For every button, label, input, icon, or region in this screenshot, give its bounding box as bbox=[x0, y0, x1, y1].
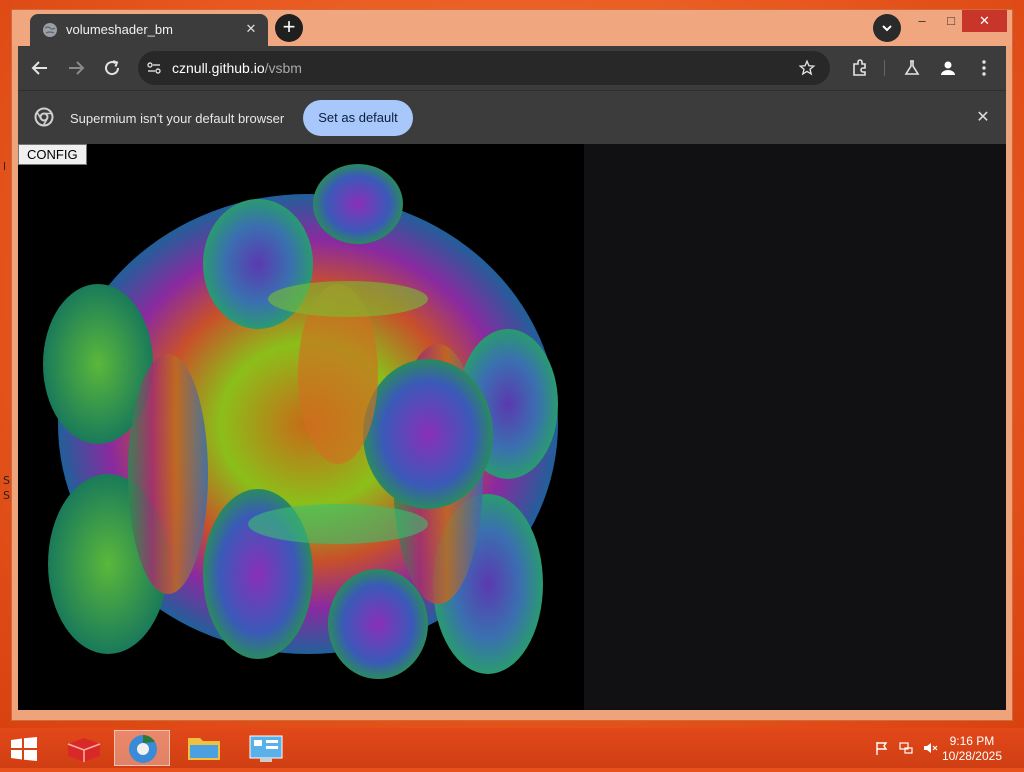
tab-title: volumeshader_bm bbox=[66, 22, 173, 37]
taskbar-browser[interactable] bbox=[114, 730, 170, 766]
tab-search-button[interactable] bbox=[873, 14, 901, 42]
desktop-edge-text: S bbox=[3, 474, 10, 487]
site-settings-icon[interactable] bbox=[146, 60, 162, 76]
plus-icon: + bbox=[282, 14, 296, 39]
page-viewport: CONFIG bbox=[18, 144, 1006, 710]
browser-tab[interactable]: volumeshader_bm ✕ bbox=[30, 14, 268, 46]
default-browser-infobar: Supermium isn't your default browser Set… bbox=[18, 90, 1006, 145]
desktop-edge-text: S bbox=[3, 489, 10, 502]
url-text: cznull.github.io/vsbm bbox=[172, 60, 302, 76]
windows-start-icon[interactable] bbox=[10, 737, 38, 761]
browser-window: volumeshader_bm ✕ + – □ ✕ cznull.github.… bbox=[12, 10, 1012, 720]
reload-icon[interactable] bbox=[100, 56, 124, 80]
forward-arrow-icon[interactable] bbox=[64, 56, 88, 80]
taskbar-control-panel[interactable] bbox=[238, 730, 294, 766]
url-host: cznull.github.io bbox=[172, 60, 265, 76]
desktop-edge-text: l bbox=[3, 160, 7, 173]
system-clock[interactable]: 9:16 PM 10/28/2025 bbox=[942, 734, 1002, 764]
flask-icon[interactable] bbox=[902, 58, 922, 78]
infobar-message: Supermium isn't your default browser bbox=[70, 111, 285, 126]
browser-toolbar: cznull.github.io/vsbm bbox=[18, 46, 1006, 90]
control-panel-icon bbox=[249, 735, 283, 762]
clock-time: 9:16 PM bbox=[949, 734, 995, 748]
toolbar-divider bbox=[884, 60, 885, 76]
title-bar: volumeshader_bm ✕ + – □ ✕ bbox=[12, 10, 1012, 46]
network-icon[interactable] bbox=[898, 740, 914, 756]
globe-icon bbox=[43, 23, 57, 37]
menu-dots-icon[interactable] bbox=[974, 58, 994, 78]
folder-icon bbox=[188, 738, 220, 760]
shader-canvas[interactable]: CONFIG bbox=[18, 144, 584, 710]
close-icon[interactable]: ✕ bbox=[973, 108, 993, 128]
app-toolbox-icon bbox=[67, 738, 101, 762]
url-path: /vsbm bbox=[264, 60, 302, 76]
address-bar[interactable]: cznull.github.io/vsbm bbox=[138, 51, 830, 85]
config-button[interactable]: CONFIG bbox=[18, 144, 87, 165]
speaker-muted-icon[interactable] bbox=[922, 740, 938, 756]
taskbar: 9:16 PM 10/28/2025 bbox=[0, 728, 1024, 768]
fractal-render bbox=[43, 164, 558, 679]
taskbar-app-1[interactable] bbox=[56, 730, 112, 766]
clock-date: 10/28/2025 bbox=[941, 749, 1002, 763]
close-icon[interactable]: ✕ bbox=[242, 20, 260, 38]
chevron-down-icon bbox=[882, 25, 892, 32]
set-as-default-button[interactable]: Set as default bbox=[303, 100, 413, 136]
taskbar-file-explorer[interactable] bbox=[176, 730, 232, 766]
extensions-icon[interactable] bbox=[850, 58, 870, 78]
new-tab-button[interactable]: + bbox=[275, 14, 303, 42]
browser-logo-icon bbox=[34, 107, 54, 127]
profile-icon[interactable] bbox=[938, 58, 958, 78]
back-arrow-icon[interactable] bbox=[28, 56, 52, 80]
close-window-button[interactable]: ✕ bbox=[962, 10, 1007, 32]
browser-app-icon bbox=[129, 735, 157, 763]
star-icon[interactable] bbox=[798, 59, 816, 77]
flag-icon[interactable] bbox=[874, 740, 890, 756]
